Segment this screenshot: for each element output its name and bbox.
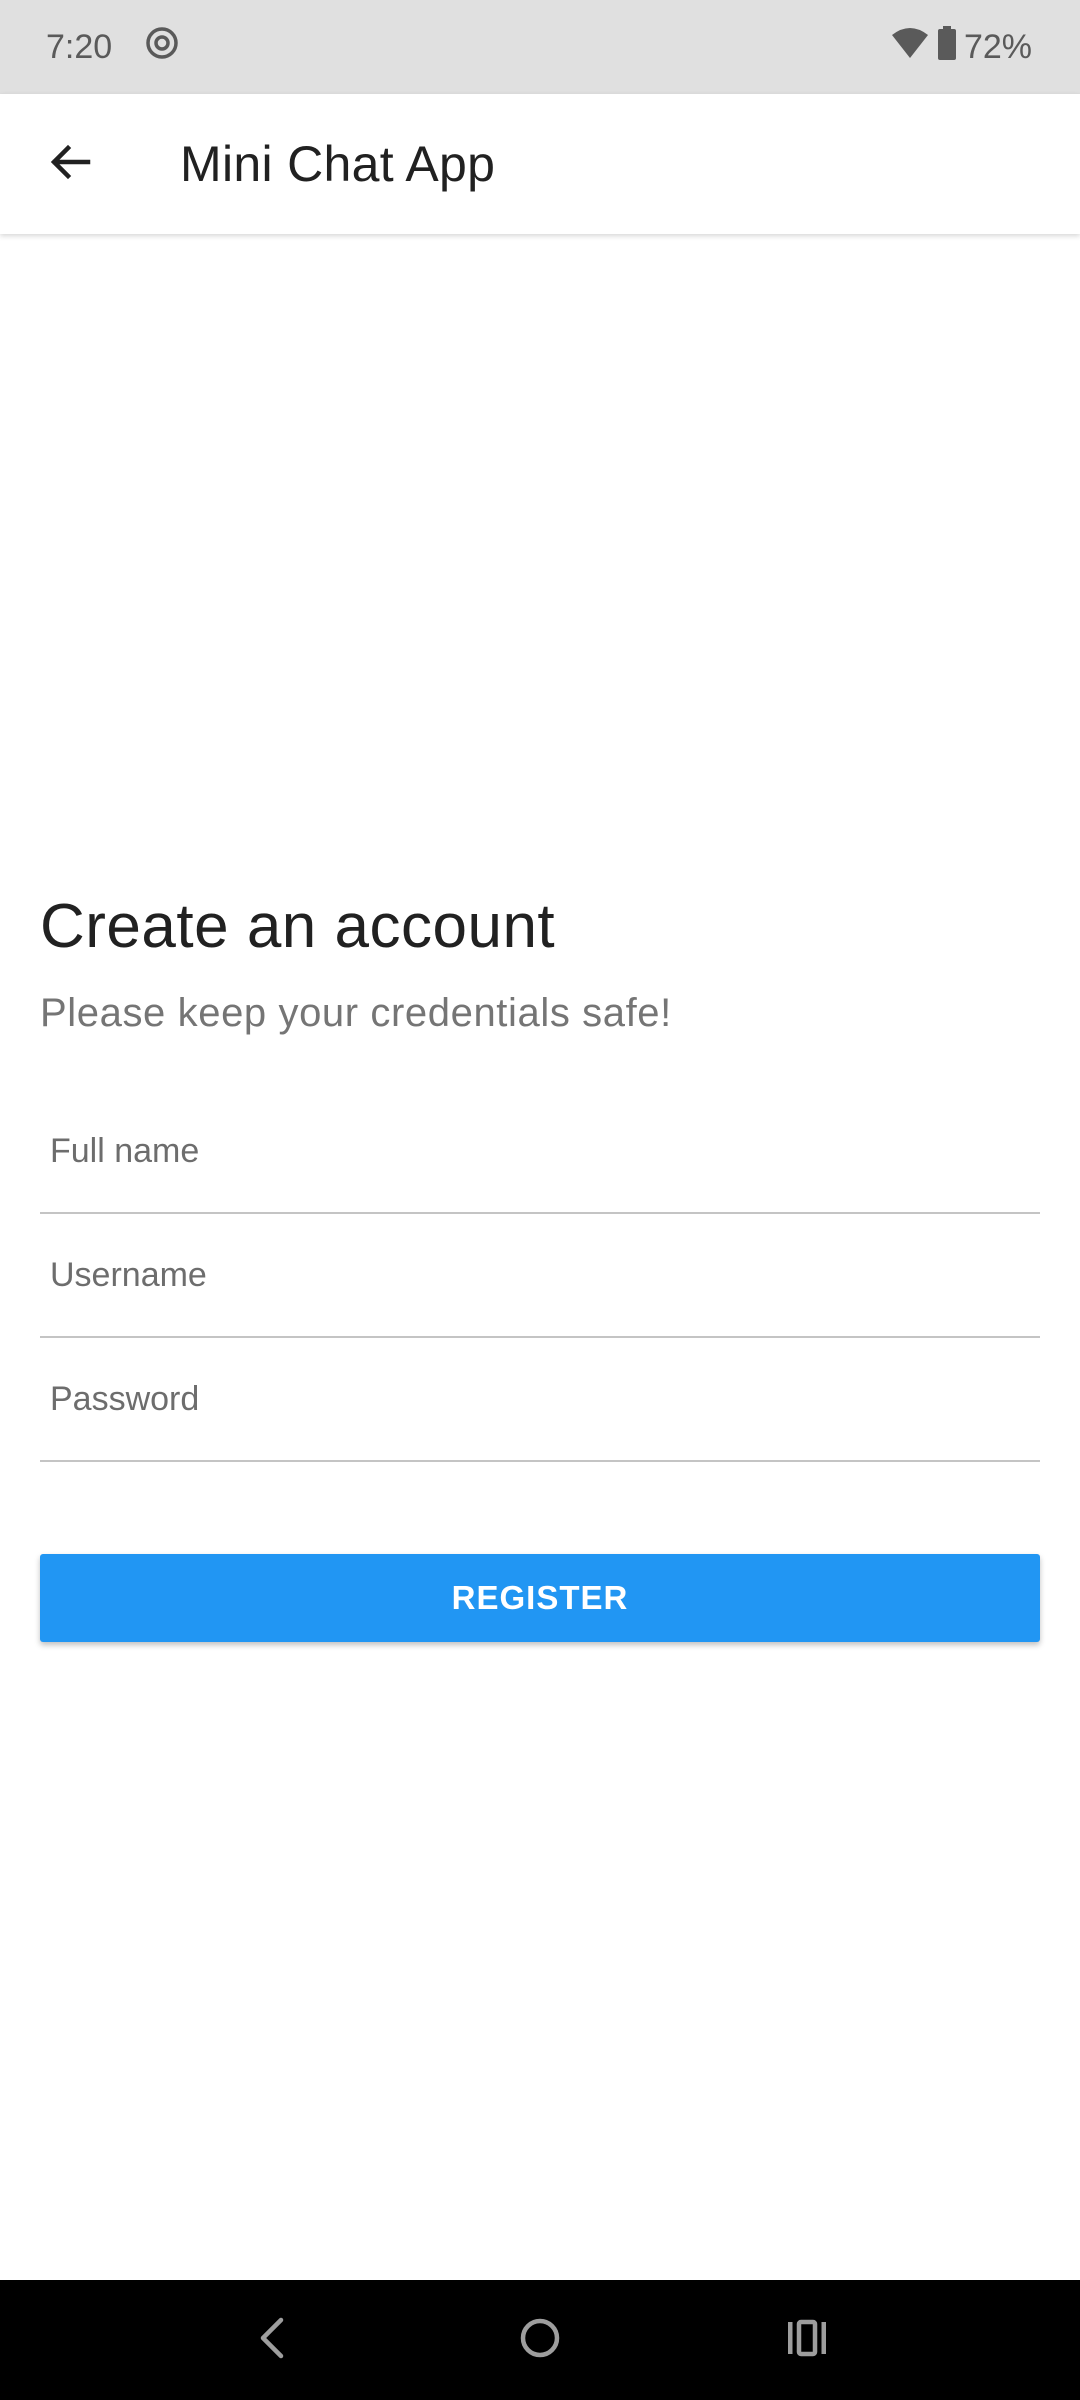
nav-recents-button[interactable] [747,2280,867,2400]
wifi-icon [890,25,930,70]
register-button[interactable]: REGISTER [40,1554,1040,1642]
username-field[interactable] [40,1255,1040,1295]
nav-home-button[interactable] [480,2280,600,2400]
password-field-container [40,1338,1040,1462]
app-bar: Mini Chat App [0,94,1080,234]
form-subtitle: Please keep your credentials safe! [40,991,672,1035]
full-name-field-container [40,1090,1040,1214]
status-left: 7:20 [46,25,180,70]
status-bar: 7:20 72% [0,0,1080,94]
battery-icon [936,25,958,70]
status-time: 7:20 [46,27,113,66]
battery-percent: 72% [963,27,1032,66]
screen: 7:20 72% Mini Chat App Create an account… [0,0,1080,2400]
system-nav-bar [0,2280,1080,2400]
nav-back-button[interactable] [213,2280,333,2400]
app-title: Mini Chat App [180,136,496,192]
form-title: Create an account [40,892,556,961]
form-fields [40,1090,1040,1462]
back-button[interactable] [0,94,140,234]
username-field-container [40,1214,1040,1338]
nav-home-icon [518,2316,562,2365]
nav-recents-icon [785,2316,829,2365]
arrow-left-icon [48,140,92,189]
screen-record-icon [144,25,180,70]
full-name-field[interactable] [40,1131,1040,1171]
status-right: 72% [890,25,1032,70]
register-form: Create an account Please keep your crede… [40,880,1040,1642]
nav-back-icon [253,2316,293,2365]
password-field[interactable] [40,1379,1040,1419]
